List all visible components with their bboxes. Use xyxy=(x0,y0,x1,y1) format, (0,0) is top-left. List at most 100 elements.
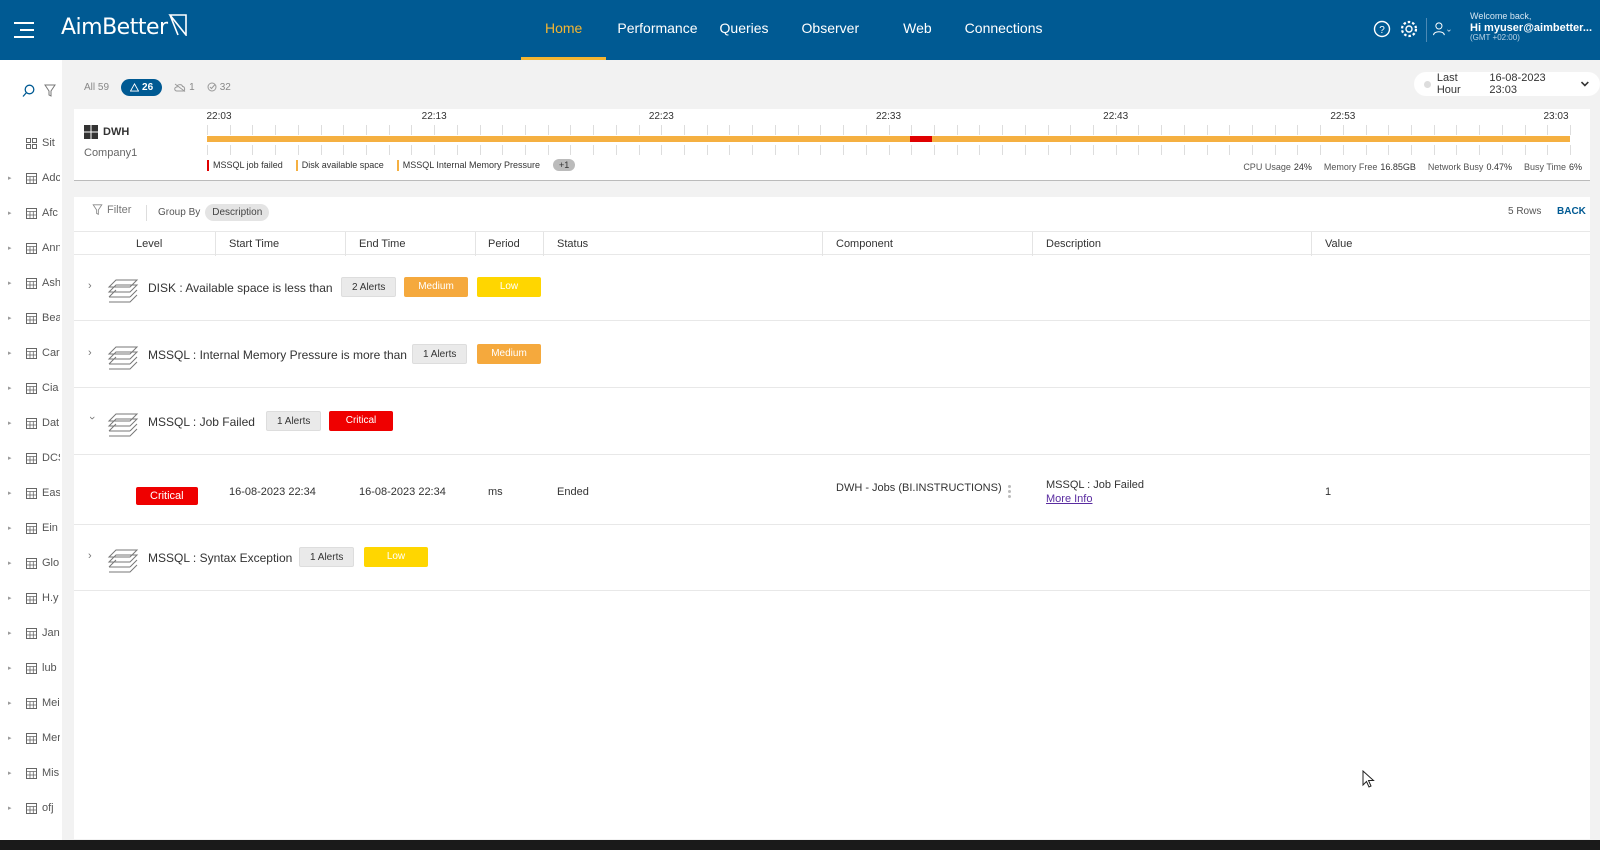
filter-button[interactable]: Filter xyxy=(92,204,131,216)
timeline-critical-marker[interactable] xyxy=(910,136,933,142)
column-header-end-time[interactable]: End Time xyxy=(359,238,405,250)
sidebar-item[interactable]: ▸ Ann xyxy=(0,236,62,260)
back-button[interactable]: BACK xyxy=(1557,206,1586,217)
nav-performance[interactable]: Performance xyxy=(606,0,708,60)
user-icon[interactable] xyxy=(1432,19,1452,39)
caret-right-icon[interactable]: ▸ xyxy=(8,384,14,392)
alert-detail-row[interactable]: Critical 16-08-2023 22:34 16-08-2023 22:… xyxy=(74,459,1590,525)
table-icon xyxy=(26,557,37,569)
sidebar-item[interactable]: ▸ Car xyxy=(0,341,62,365)
sidebar-item[interactable]: ▸ Bea xyxy=(0,306,62,330)
table-icon xyxy=(26,732,37,744)
sidebar-item[interactable]: ▸ Mer xyxy=(0,726,62,750)
alert-group-row[interactable]: › DISK : Available space is less than 2 … xyxy=(74,255,1590,321)
caret-right-icon[interactable]: ▸ xyxy=(8,629,14,637)
more-options-icon[interactable] xyxy=(1008,485,1011,500)
caret-right-icon[interactable]: ▸ xyxy=(8,769,14,777)
search-icon[interactable] xyxy=(22,84,36,98)
sidebar-item[interactable]: ▸ lub xyxy=(0,656,62,680)
column-header-level[interactable]: Level xyxy=(136,238,162,250)
chevron-right-icon[interactable]: › xyxy=(88,550,92,562)
caret-right-icon[interactable]: ▸ xyxy=(8,174,14,182)
filter-all[interactable]: All 59 xyxy=(84,82,109,93)
column-header-start-time[interactable]: Start Time xyxy=(229,238,279,250)
caret-right-icon[interactable]: ▸ xyxy=(8,349,14,357)
nav-connections[interactable]: Connections xyxy=(954,0,1054,60)
column-header-component[interactable]: Component xyxy=(836,238,893,250)
metric-busy-time: Busy Time 6% xyxy=(1524,162,1582,172)
legend-more-button[interactable]: +1 xyxy=(552,159,576,171)
filter-ok[interactable]: 32 xyxy=(207,82,231,93)
server-name-label: DWH xyxy=(103,126,130,138)
caret-right-icon[interactable]: ▸ xyxy=(8,804,14,812)
menu-toggle-icon[interactable] xyxy=(14,20,36,40)
alert-group-row[interactable]: › MSSQL : Syntax Exception 1 Alerts Low xyxy=(74,525,1590,591)
timeline-tick xyxy=(434,125,436,135)
server-name[interactable]: DWH xyxy=(84,125,129,139)
column-header-description[interactable]: Description xyxy=(1046,238,1101,250)
filter-button-label: Filter xyxy=(107,204,132,216)
filter-alerts[interactable]: 26 xyxy=(121,78,163,96)
sidebar-item[interactable]: ▸ Cia xyxy=(0,376,62,400)
filter-cloud[interactable]: 1 xyxy=(174,82,195,93)
cell-value: 1 xyxy=(1325,486,1332,498)
nav-observer[interactable]: Observer xyxy=(780,0,882,60)
sidebar-item[interactable]: ▸ Eas xyxy=(0,481,62,505)
timeline-bar[interactable] xyxy=(207,136,1570,142)
caret-right-icon[interactable]: ▸ xyxy=(8,524,14,532)
timeline-tick xyxy=(1024,145,1026,155)
nav-web[interactable]: Web xyxy=(881,0,954,60)
sidebar-item[interactable]: ▸ ofj xyxy=(0,796,62,820)
sidebar-item[interactable]: ▸ Jan xyxy=(0,621,62,645)
sidebar-item[interactable]: ▸ Adc xyxy=(0,166,62,190)
sidebar-item[interactable]: ▸ H.y xyxy=(0,586,62,610)
more-info-link[interactable]: More Info xyxy=(1046,493,1092,505)
caret-right-icon[interactable]: ▸ xyxy=(8,279,14,287)
caret-right-icon[interactable]: ▸ xyxy=(8,419,14,427)
sidebar-item[interactable]: ▸ Ash xyxy=(0,271,62,295)
caret-right-icon[interactable]: ▸ xyxy=(8,559,14,567)
sidebar-item[interactable]: ▸ Glo xyxy=(0,551,62,575)
nav-queries[interactable]: Queries xyxy=(709,0,780,60)
alert-group-row[interactable]: › MSSQL : Internal Memory Pressure is mo… xyxy=(74,322,1590,388)
timeline-tick xyxy=(911,145,913,155)
timeline-tick xyxy=(979,125,981,135)
help-icon[interactable]: ? xyxy=(1372,19,1392,39)
time-range-picker[interactable]: Last Hour 16-08-2023 23:03 xyxy=(1414,72,1600,96)
caret-right-icon[interactable]: ▸ xyxy=(8,594,14,602)
sidebar-item-label: Dat xyxy=(42,417,60,429)
sidebar-item[interactable]: ▸ Mei xyxy=(0,691,62,715)
alert-group-title: MSSQL : Job Failed xyxy=(148,415,255,429)
sidebar-item[interactable]: ▸ Afc xyxy=(0,201,62,225)
filter-icon[interactable] xyxy=(44,84,56,98)
sidebar-item[interactable]: ▸ Dat xyxy=(0,411,62,435)
time-range-date: 16-08-2023 23:03 xyxy=(1489,72,1546,96)
caret-right-icon[interactable]: ▸ xyxy=(8,454,14,462)
caret-right-icon[interactable]: ▸ xyxy=(8,314,14,322)
sidebar-item[interactable]: Sit xyxy=(0,131,62,155)
caret-right-icon[interactable]: ▸ xyxy=(8,209,14,217)
group-by-selector[interactable]: Description xyxy=(205,204,270,221)
column-header-status[interactable]: Status xyxy=(557,238,588,250)
caret-right-icon[interactable]: ▸ xyxy=(8,734,14,742)
timeline-tick xyxy=(593,145,595,155)
caret-right-icon[interactable]: ▸ xyxy=(8,489,14,497)
caret-right-icon[interactable]: ▸ xyxy=(8,664,14,672)
sidebar-item[interactable]: ▸ Mis xyxy=(0,761,62,785)
main-nav: Home Performance Queries Observer Web Co… xyxy=(521,0,1054,60)
nav-home[interactable]: Home xyxy=(521,0,607,60)
alert-group-row[interactable]: › MSSQL : Job Failed 1 Alerts Critical xyxy=(74,389,1590,455)
alert-count-badge: 1 Alerts xyxy=(412,344,468,364)
column-header-value[interactable]: Value xyxy=(1325,238,1352,250)
sidebar-item[interactable]: ▸ DCS xyxy=(0,446,62,470)
sidebar-item[interactable]: ▸ Ein xyxy=(0,516,62,540)
caret-right-icon[interactable]: ▸ xyxy=(8,244,14,252)
timeline-tick xyxy=(1433,145,1435,155)
chevron-down-icon[interactable]: › xyxy=(86,416,98,420)
column-header-period[interactable]: Period xyxy=(488,238,520,250)
caret-right-icon[interactable]: ▸ xyxy=(8,699,14,707)
table-icon xyxy=(26,522,37,534)
chevron-right-icon[interactable]: › xyxy=(88,280,92,292)
chevron-right-icon[interactable]: › xyxy=(88,347,92,359)
gear-icon[interactable] xyxy=(1399,19,1419,39)
